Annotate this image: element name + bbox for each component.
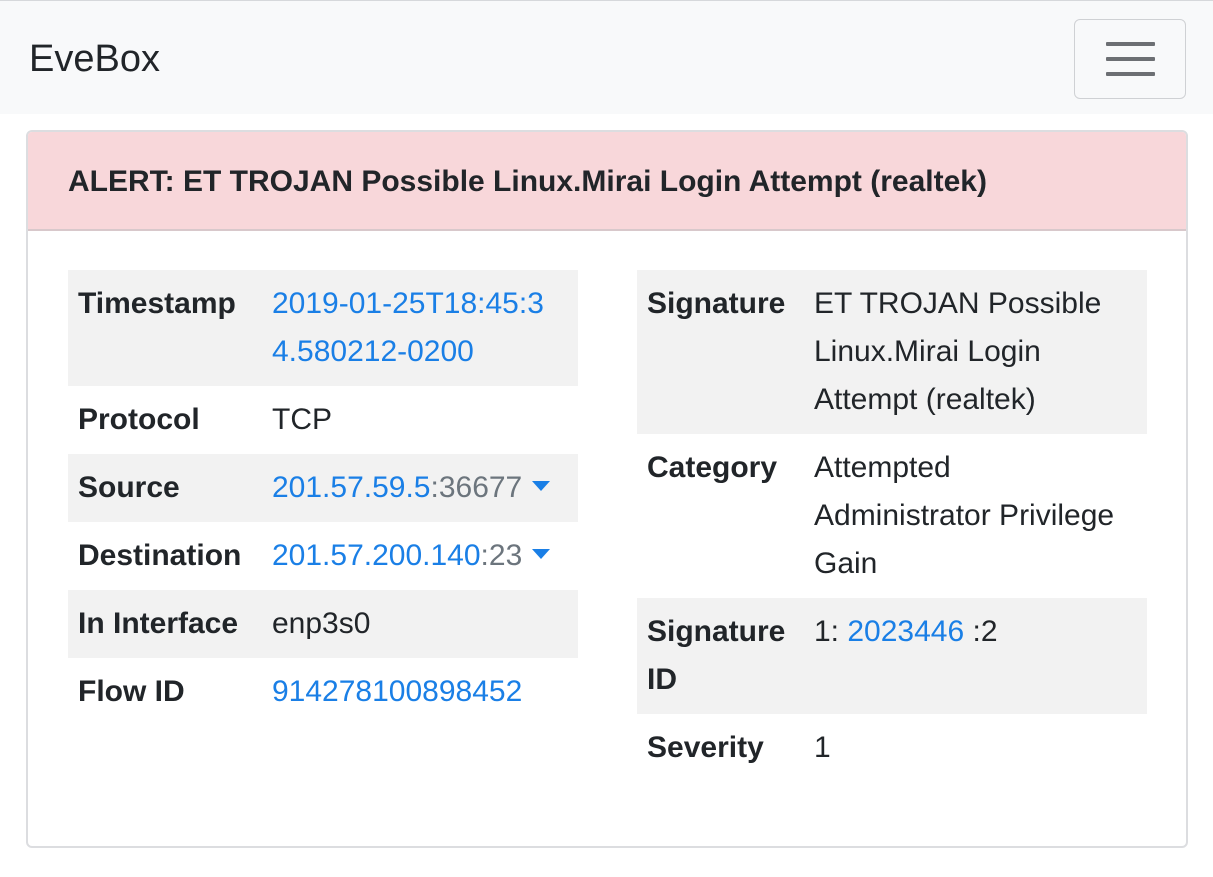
category-value: Attempted Administrator Privilege Gain <box>814 451 1115 580</box>
severity-label: Severity <box>647 731 764 764</box>
signature-label: Signature <box>637 270 804 434</box>
flow-id-link[interactable]: 914278100898452 <box>272 675 522 708</box>
alert-details-right-table: Signature ET TROJAN Possible Linux.Mirai… <box>637 270 1147 782</box>
alert-title: ALERT: ET TROJAN Possible Linux.Mirai Lo… <box>68 165 987 198</box>
table-row: Protocol TCP <box>68 386 578 454</box>
brand-link[interactable]: EveBox <box>29 37 160 81</box>
navbar-toggle-button[interactable] <box>1074 19 1186 99</box>
caret-down-icon[interactable] <box>532 549 551 560</box>
protocol-label: Protocol <box>78 403 200 436</box>
destination-ip-link[interactable]: 201.57.200.140 <box>272 539 481 572</box>
navbar: EveBox <box>0 0 1213 114</box>
source-label: Source <box>68 454 262 522</box>
table-row: Severity 1 <box>637 714 1147 782</box>
in-interface-value: enp3s0 <box>262 590 578 658</box>
timestamp-link[interactable]: 2019-01-25T18:45:3 4.580212-0200 <box>272 287 544 368</box>
source-value: 201.57.59.5:36677 <box>262 454 578 522</box>
alert-card-header: ALERT: ET TROJAN Possible Linux.Mirai Lo… <box>28 132 1186 231</box>
source-ip-link[interactable]: 201.57.59.5 <box>272 471 430 504</box>
destination-port: :23 <box>480 539 523 572</box>
table-row: In Interface enp3s0 <box>68 590 578 658</box>
destination-value: 201.57.200.140:23 <box>262 522 578 590</box>
alert-card: ALERT: ET TROJAN Possible Linux.Mirai Lo… <box>26 130 1188 848</box>
signature-value: ET TROJAN Possible Linux.Mirai Login Att… <box>804 270 1147 434</box>
table-row: Flow ID 914278100898452 <box>68 658 578 726</box>
table-row: Signature ID 1: 2023446 :2 <box>637 598 1147 714</box>
timestamp-label: Timestamp <box>68 270 262 386</box>
source-port: :36677 <box>430 471 523 504</box>
table-row: Signature ET TROJAN Possible Linux.Mirai… <box>637 270 1147 434</box>
signature-id-value: 1: 2023446 :2 <box>804 598 1147 714</box>
signature-id-label: Signature ID <box>637 598 804 714</box>
protocol-value: TCP <box>272 403 332 436</box>
table-row: Category Attempted Administrator Privile… <box>637 434 1147 598</box>
severity-value: 1 <box>814 731 831 764</box>
alert-details-left-table: Timestamp 2019-01-25T18:45:3 4.580212-020… <box>68 270 578 726</box>
table-row: Timestamp 2019-01-25T18:45:3 4.580212-020… <box>68 270 578 386</box>
flow-id-label: Flow ID <box>78 675 185 708</box>
table-row: Destination 201.57.200.140:23 <box>68 522 578 590</box>
table-row: Source 201.57.59.5:36677 <box>68 454 578 522</box>
category-label: Category <box>647 451 778 484</box>
flow-id-value: 914278100898452 <box>262 658 578 726</box>
caret-down-icon[interactable] <box>532 481 551 492</box>
timestamp-value: 2019-01-25T18:45:3 4.580212-0200 <box>262 270 578 386</box>
signature-id-link[interactable]: 2023446 <box>847 615 964 648</box>
destination-label: Destination <box>78 539 242 572</box>
in-interface-label: In Interface <box>68 590 262 658</box>
